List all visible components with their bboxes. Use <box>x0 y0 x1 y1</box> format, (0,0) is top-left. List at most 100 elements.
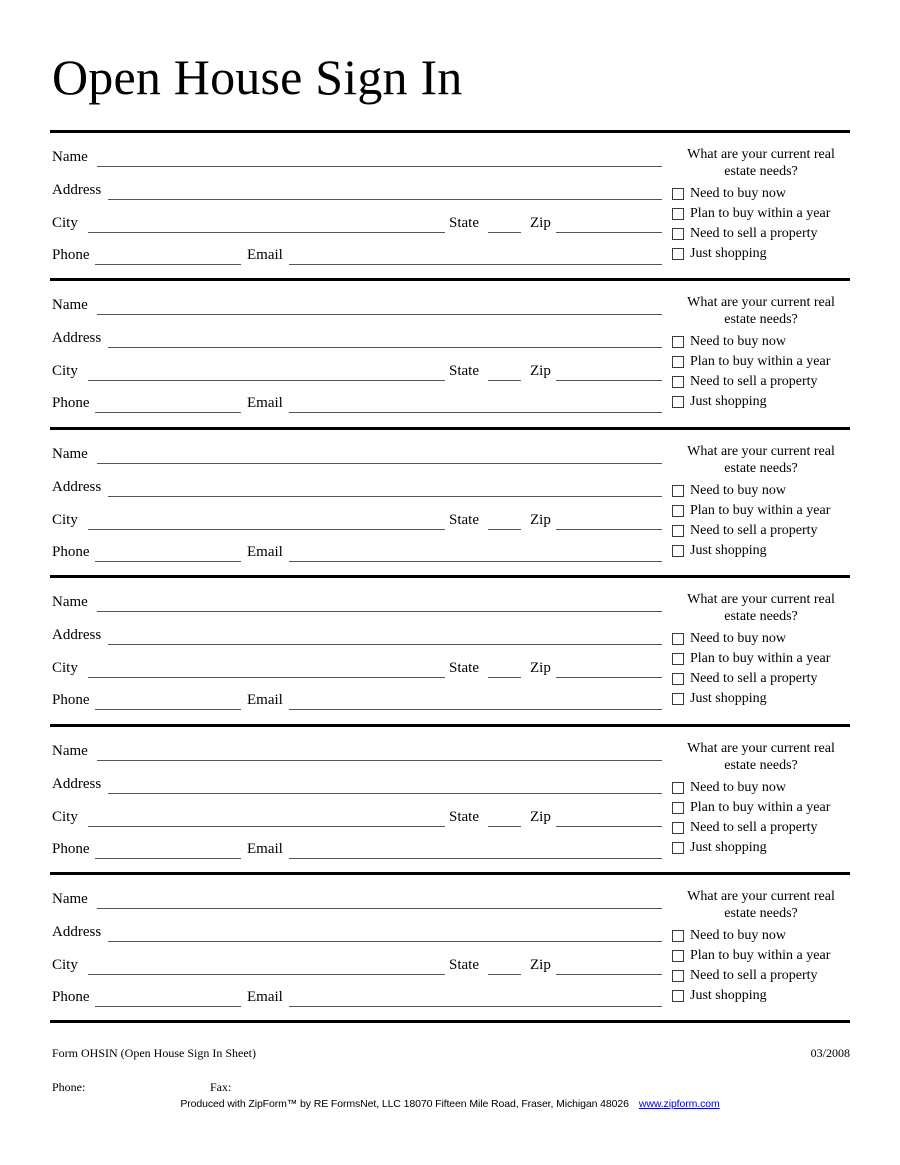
field-city[interactable] <box>88 677 445 678</box>
field-city[interactable] <box>88 826 445 827</box>
checkbox-1[interactable] <box>672 336 684 348</box>
needs-option[interactable]: Need to buy now <box>672 332 850 352</box>
checkbox-2[interactable] <box>672 950 684 962</box>
field-email[interactable] <box>289 561 662 562</box>
field-phone[interactable] <box>95 1006 241 1007</box>
checkbox-4[interactable] <box>672 396 684 408</box>
field-zip[interactable] <box>556 677 662 678</box>
needs-option-label: Just shopping <box>690 543 767 558</box>
needs-option[interactable]: Plan to buy within a year <box>672 649 850 669</box>
checkbox-1[interactable] <box>672 782 684 794</box>
field-name[interactable] <box>97 908 662 909</box>
needs-option[interactable]: Need to sell a property <box>672 521 850 541</box>
needs-option[interactable]: Need to sell a property <box>672 966 850 986</box>
label-state: State <box>449 512 479 528</box>
needs-option[interactable]: Need to buy now <box>672 184 850 204</box>
field-address[interactable] <box>108 644 662 645</box>
needs-option[interactable]: Need to sell a property <box>672 224 850 244</box>
needs-option[interactable]: Just shopping <box>672 838 850 858</box>
needs-option[interactable]: Just shopping <box>672 392 850 412</box>
checkbox-1[interactable] <box>672 485 684 497</box>
field-city[interactable] <box>88 232 445 233</box>
checkbox-1[interactable] <box>672 633 684 645</box>
checkbox-3[interactable] <box>672 228 684 240</box>
field-email[interactable] <box>289 1006 662 1007</box>
checkbox-3[interactable] <box>672 376 684 388</box>
field-address[interactable] <box>108 496 662 497</box>
checkbox-2[interactable] <box>672 505 684 517</box>
needs-option[interactable]: Need to buy now <box>672 481 850 501</box>
needs-option[interactable]: Just shopping <box>672 689 850 709</box>
checkbox-4[interactable] <box>672 545 684 557</box>
field-name[interactable] <box>97 166 662 167</box>
needs-option[interactable]: Need to sell a property <box>672 372 850 392</box>
needs-option[interactable]: Just shopping <box>672 541 850 561</box>
checkbox-2[interactable] <box>672 356 684 368</box>
field-email[interactable] <box>289 264 662 265</box>
field-state[interactable] <box>488 232 521 233</box>
sign-in-entry: Name Address City State Zip Phone Email What ar… <box>0 872 900 1020</box>
field-address[interactable] <box>108 199 662 200</box>
needs-heading: What are your current real estate needs? <box>687 741 835 773</box>
field-name[interactable] <box>97 760 662 761</box>
needs-option-label: Need to buy now <box>690 334 787 349</box>
field-address[interactable] <box>108 793 662 794</box>
field-address[interactable] <box>108 941 662 942</box>
field-phone[interactable] <box>95 709 241 710</box>
field-email[interactable] <box>289 709 662 710</box>
checkbox-3[interactable] <box>672 822 684 834</box>
field-phone[interactable] <box>95 412 241 413</box>
field-state[interactable] <box>488 826 521 827</box>
field-city[interactable] <box>88 380 445 381</box>
checkbox-1[interactable] <box>672 930 684 942</box>
label-address: Address <box>52 627 102 643</box>
field-zip[interactable] <box>556 380 662 381</box>
checkbox-2[interactable] <box>672 208 684 220</box>
field-state[interactable] <box>488 974 521 975</box>
field-state[interactable] <box>488 380 521 381</box>
field-name[interactable] <box>97 314 662 315</box>
checkbox-1[interactable] <box>672 188 684 200</box>
needs-option[interactable]: Plan to buy within a year <box>672 501 850 521</box>
field-state[interactable] <box>488 529 521 530</box>
checkbox-3[interactable] <box>672 970 684 982</box>
needs-option[interactable]: Plan to buy within a year <box>672 204 850 224</box>
needs-option[interactable]: Plan to buy within a year <box>672 352 850 372</box>
checkbox-2[interactable] <box>672 802 684 814</box>
field-address[interactable] <box>108 347 662 348</box>
field-state[interactable] <box>488 677 521 678</box>
checkbox-4[interactable] <box>672 990 684 1002</box>
checkbox-3[interactable] <box>672 673 684 685</box>
needs-option[interactable]: Just shopping <box>672 986 850 1006</box>
zipform-link[interactable]: www.zipform.com <box>639 1098 720 1110</box>
needs-option[interactable]: Need to buy now <box>672 778 850 798</box>
label-state: State <box>449 660 479 676</box>
field-zip[interactable] <box>556 974 662 975</box>
needs-option[interactable]: Plan to buy within a year <box>672 798 850 818</box>
checkbox-4[interactable] <box>672 248 684 260</box>
field-city[interactable] <box>88 529 445 530</box>
needs-option[interactable]: Need to buy now <box>672 629 850 649</box>
needs-option[interactable]: Need to sell a property <box>672 669 850 689</box>
needs-option[interactable]: Just shopping <box>672 244 850 264</box>
field-zip[interactable] <box>556 232 662 233</box>
field-name[interactable] <box>97 463 662 464</box>
field-zip[interactable] <box>556 826 662 827</box>
field-name[interactable] <box>97 611 662 612</box>
needs-option[interactable]: Need to buy now <box>672 926 850 946</box>
field-city[interactable] <box>88 974 445 975</box>
checkbox-4[interactable] <box>672 693 684 705</box>
checkbox-4[interactable] <box>672 842 684 854</box>
field-zip[interactable] <box>556 529 662 530</box>
needs-option[interactable]: Need to sell a property <box>672 818 850 838</box>
field-email[interactable] <box>289 412 662 413</box>
needs-option[interactable]: Plan to buy within a year <box>672 946 850 966</box>
footer-revision-date: 03/2008 <box>810 1046 850 1060</box>
field-phone[interactable] <box>95 858 241 859</box>
field-email[interactable] <box>289 858 662 859</box>
field-phone[interactable] <box>95 561 241 562</box>
field-phone[interactable] <box>95 264 241 265</box>
checkbox-2[interactable] <box>672 653 684 665</box>
needs-option-label: Just shopping <box>690 840 767 855</box>
checkbox-3[interactable] <box>672 525 684 537</box>
